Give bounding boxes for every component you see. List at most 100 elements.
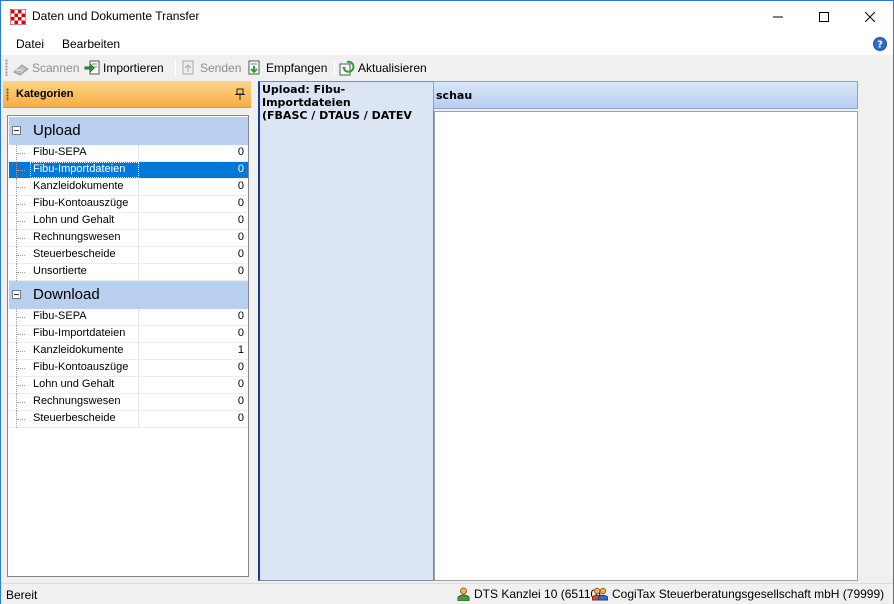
item-label: Fibu-Importdateien: [30, 162, 139, 178]
tree-item[interactable]: Lohn und Gehalt 0: [9, 377, 248, 394]
item-label: Fibu-Importdateien: [33, 327, 126, 339]
item-count: 0: [237, 361, 244, 373]
status-bar: Bereit DTS Kanzlei 10 (65110) CogiTax St…: [1, 583, 893, 604]
tree-line: [16, 360, 28, 377]
tree-line: [16, 394, 28, 411]
refresh-icon: [339, 60, 355, 75]
tree-line: [16, 309, 28, 326]
maximize-icon: [819, 11, 829, 22]
column-divider: [138, 309, 139, 325]
document-list[interactable]: Upload: Fibu-Importdateien (FBASC / DTAU…: [258, 81, 434, 581]
preview-header: schau: [433, 81, 858, 109]
toolbar: Scannen Importieren Senden Empfangen Akt…: [1, 55, 893, 80]
window-title: Daten und Dokumente Transfer: [32, 9, 200, 23]
scan-button[interactable]: Scannen: [13, 58, 79, 77]
item-label: Fibu-SEPA: [33, 310, 87, 322]
column-divider: [138, 326, 139, 342]
sidebar-grip[interactable]: [6, 88, 9, 101]
help-icon[interactable]: ?: [873, 37, 887, 51]
list-header-line2: (FBASC / DTAUS / DATEV: [262, 109, 412, 122]
item-label: Kanzleidokumente: [33, 180, 124, 192]
item-count: 0: [237, 214, 244, 226]
item-label: Fibu-Kontoauszüge: [33, 197, 129, 209]
tree-item[interactable]: Unsortierte 0: [9, 264, 248, 281]
column-divider: [138, 179, 139, 195]
category-tree: Upload Fibu-SEPA 0 Fibu-Importdateien 0 Ka…: [7, 115, 249, 577]
column-divider: [138, 264, 139, 280]
list-header-line1: Upload: Fibu-Importdateien: [262, 83, 351, 109]
tree-item[interactable]: Fibu-Kontoauszüge 0: [9, 196, 248, 213]
maximize-button[interactable]: [801, 1, 847, 32]
minimize-button[interactable]: [755, 1, 801, 32]
tree-item[interactable]: Fibu-SEPA 0: [9, 309, 248, 326]
tree-line: [16, 162, 28, 179]
tree-line: [16, 196, 28, 213]
collapse-icon[interactable]: [12, 126, 21, 135]
toolbar-separator: [334, 59, 335, 76]
menu-bar: Datei Bearbeiten ?: [1, 32, 893, 55]
tree-item[interactable]: Fibu-Kontoauszüge 0: [9, 360, 248, 377]
item-count: 0: [237, 395, 244, 407]
tree-item[interactable]: Kanzleidokumente 1: [9, 343, 248, 360]
kanzlei-label: DTS Kanzlei 10 (65110): [474, 587, 602, 601]
sidebar-title: Kategorien: [16, 88, 74, 100]
tree-item[interactable]: Rechnungswesen 0: [9, 394, 248, 411]
item-label: Lohn und Gehalt: [33, 214, 115, 226]
panel-splitter[interactable]: [253, 81, 257, 581]
item-label: Rechnungswesen: [33, 231, 121, 243]
list-header: Upload: Fibu-Importdateien (FBASC / DTAU…: [262, 83, 433, 122]
tree-item[interactable]: Fibu-Importdateien 0: [9, 326, 248, 343]
close-button[interactable]: [847, 1, 893, 32]
import-label: Importieren: [103, 60, 164, 75]
app-checker-icon: [10, 9, 26, 25]
tree-line: [16, 326, 28, 343]
group-download[interactable]: Download: [9, 281, 248, 309]
tree-item[interactable]: Fibu-SEPA 0: [9, 145, 248, 162]
preview-area[interactable]: [434, 111, 858, 581]
item-count: 0: [237, 310, 244, 322]
import-button[interactable]: Importieren: [84, 58, 164, 77]
user-icon: [457, 587, 470, 601]
svg-text:?: ?: [877, 40, 883, 51]
column-divider: [138, 145, 139, 161]
tree-item[interactable]: Steuerbescheide 0: [9, 247, 248, 264]
scanner-icon: [13, 63, 29, 76]
toolbar-grip[interactable]: [5, 59, 8, 76]
tree-item[interactable]: Lohn und Gehalt 0: [9, 213, 248, 230]
refresh-button[interactable]: Aktualisieren: [339, 58, 427, 77]
tree-item[interactable]: Rechnungswesen 0: [9, 230, 248, 247]
group-label: Upload: [33, 122, 81, 139]
item-label: Kanzleidokumente: [33, 344, 124, 356]
item-count: 0: [237, 378, 244, 390]
send-icon: [182, 60, 194, 74]
refresh-label: Aktualisieren: [358, 60, 427, 75]
item-label: Steuerbescheide: [33, 248, 116, 260]
send-button[interactable]: Senden: [181, 58, 241, 77]
tree-item[interactable]: Steuerbescheide 0: [9, 411, 248, 428]
menu-datei[interactable]: Datei: [16, 37, 44, 51]
column-divider: [138, 411, 139, 427]
tree-item-selected[interactable]: Fibu-Importdateien 0: [9, 162, 248, 179]
pin-icon[interactable]: [235, 88, 245, 100]
tree-line: [16, 411, 28, 428]
status-company: CogiTax Steuerberatungsgesellschaft mbH …: [592, 587, 884, 601]
receive-button[interactable]: Empfangen: [247, 58, 327, 77]
status-text: Bereit: [6, 588, 38, 602]
item-count: 0: [237, 327, 244, 339]
tree-line: [16, 179, 28, 196]
menu-bearbeiten[interactable]: Bearbeiten: [62, 37, 120, 51]
close-icon: [865, 11, 875, 22]
collapse-icon[interactable]: [12, 290, 21, 299]
tree-item[interactable]: Kanzleidokumente 0: [9, 179, 248, 196]
column-divider: [138, 247, 139, 263]
item-count: 0: [237, 265, 244, 277]
tree-line: [16, 230, 28, 247]
tree-line: [16, 377, 28, 394]
column-divider: [138, 394, 139, 410]
group-label: Download: [33, 286, 100, 303]
group-upload[interactable]: Upload: [9, 117, 248, 145]
toolbar-separator: [175, 59, 176, 76]
column-divider: [138, 360, 139, 376]
item-label: Lohn und Gehalt: [33, 378, 115, 390]
item-label: Fibu-Kontoauszüge: [33, 361, 129, 373]
